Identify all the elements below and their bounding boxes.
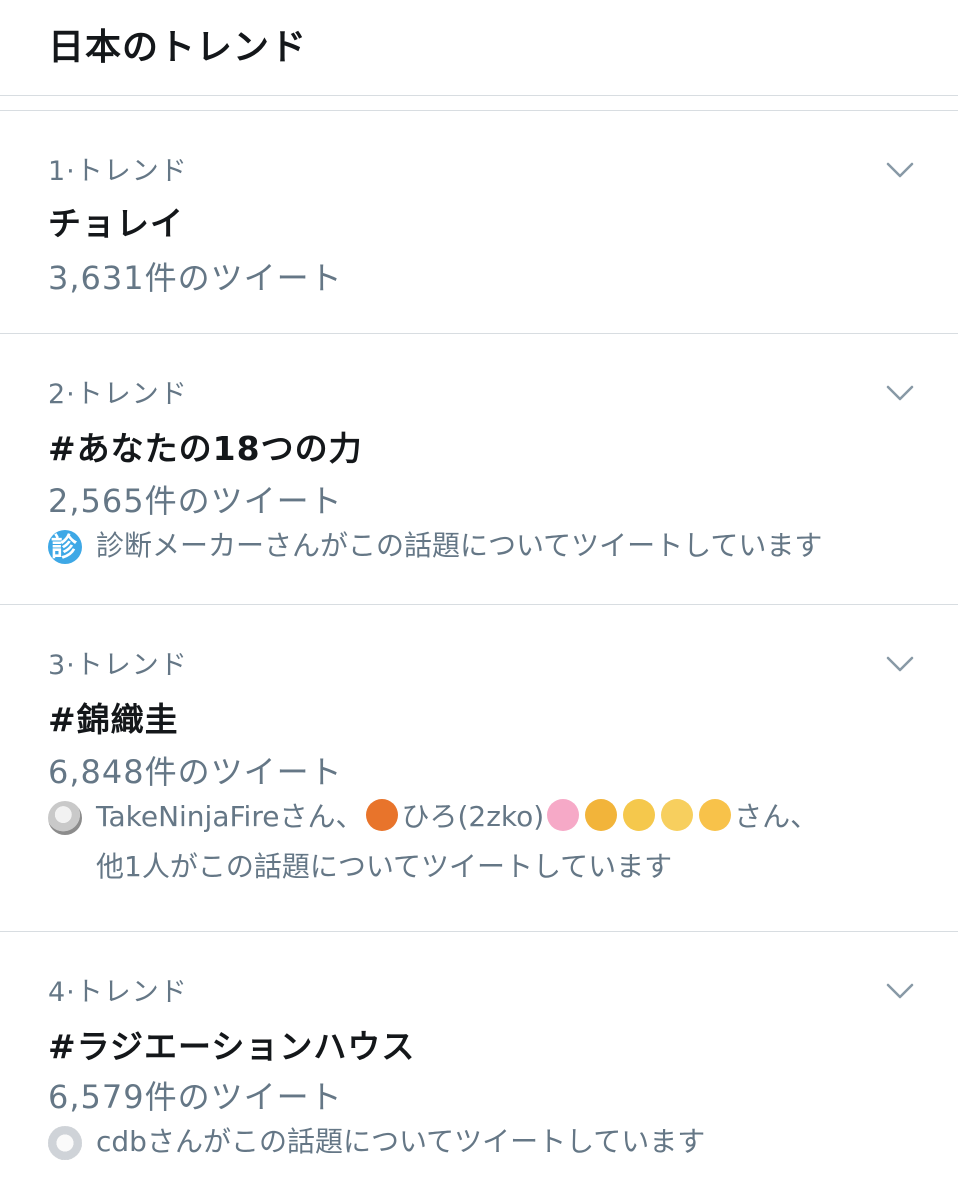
trend-name[interactable]: #あなたの18つの力 [48, 422, 363, 470]
trend-item-2[interactable]: 2·トレンド #あなたの18つの力 2,565件のツイート 診 診断メーカーさん… [0, 334, 958, 605]
baby-emoji [699, 799, 732, 831]
tweet-count: 6,579件のツイート [48, 1078, 343, 1116]
fox-emoji [366, 799, 399, 831]
trend-name[interactable]: #ラジエーションハウス [48, 1020, 415, 1068]
tiger-emoji [585, 799, 618, 831]
trend-name[interactable]: #錦織圭 [48, 693, 179, 741]
context-user-2[interactable]: ひろ(2zko) [401, 800, 544, 833]
context-user-1[interactable]: TakeNinjaFireさん、 [96, 800, 363, 833]
page-title: 日本のトレンド [48, 27, 308, 68]
trend-name[interactable]: チョレイ [48, 197, 184, 245]
chevron-down-icon[interactable] [886, 161, 914, 179]
context-suffix: さん、 [734, 800, 819, 833]
chevron-down-icon[interactable] [886, 384, 914, 402]
trend-item-1[interactable]: 1·トレンド チョレイ 3,631件のツイート [0, 111, 958, 334]
shindan-badge-icon: 診 [51, 533, 78, 563]
chevron-down-icon[interactable] [886, 655, 914, 673]
tweet-count: 2,565件のツイート [48, 482, 343, 520]
trend-rank: 2·トレンド [48, 379, 188, 410]
context-text: cdbさんがこの話題についてツイートしています [96, 1125, 706, 1158]
trend-context: 診 診断メーカーさんがこの話題についてツイートしています [48, 524, 918, 568]
avatar [48, 1126, 82, 1160]
angel-emoji [661, 799, 694, 831]
context-text: TakeNinjaFireさん、 ひろ(2zko) さん、 [96, 795, 818, 839]
princess-emoji [623, 799, 656, 831]
tweet-count: 3,631件のツイート [48, 259, 343, 297]
trends-header: 日本のトレンド [0, 0, 958, 96]
trend-context: cdbさんがこの話題についてツイートしています [48, 1120, 918, 1164]
tweet-count: 6,848件のツイート [48, 753, 343, 791]
trend-context: TakeNinjaFireさん、 ひろ(2zko) さん、 他1人がこの話題について… [48, 795, 918, 895]
context-text: 他1人がこの話題についてツイートしています [96, 850, 673, 883]
cherry-blossom-emoji [547, 799, 580, 831]
avatar [48, 801, 82, 835]
trend-rank: 1·トレンド [48, 156, 188, 187]
context-text: 診断メーカーさんがこの話題についてツイートしています [96, 529, 823, 562]
trend-item-4[interactable]: 4·トレンド #ラジエーションハウス 6,579件のツイート cdbさんがこの話… [0, 932, 958, 1200]
trend-item-3[interactable]: 3·トレンド #錦織圭 6,848件のツイート TakeNinjaFireさん、… [0, 605, 958, 932]
chevron-down-icon[interactable] [886, 982, 914, 1000]
trend-rank: 3·トレンド [48, 650, 188, 681]
avatar: 診 [48, 530, 82, 564]
trend-rank: 4·トレンド [48, 977, 188, 1008]
